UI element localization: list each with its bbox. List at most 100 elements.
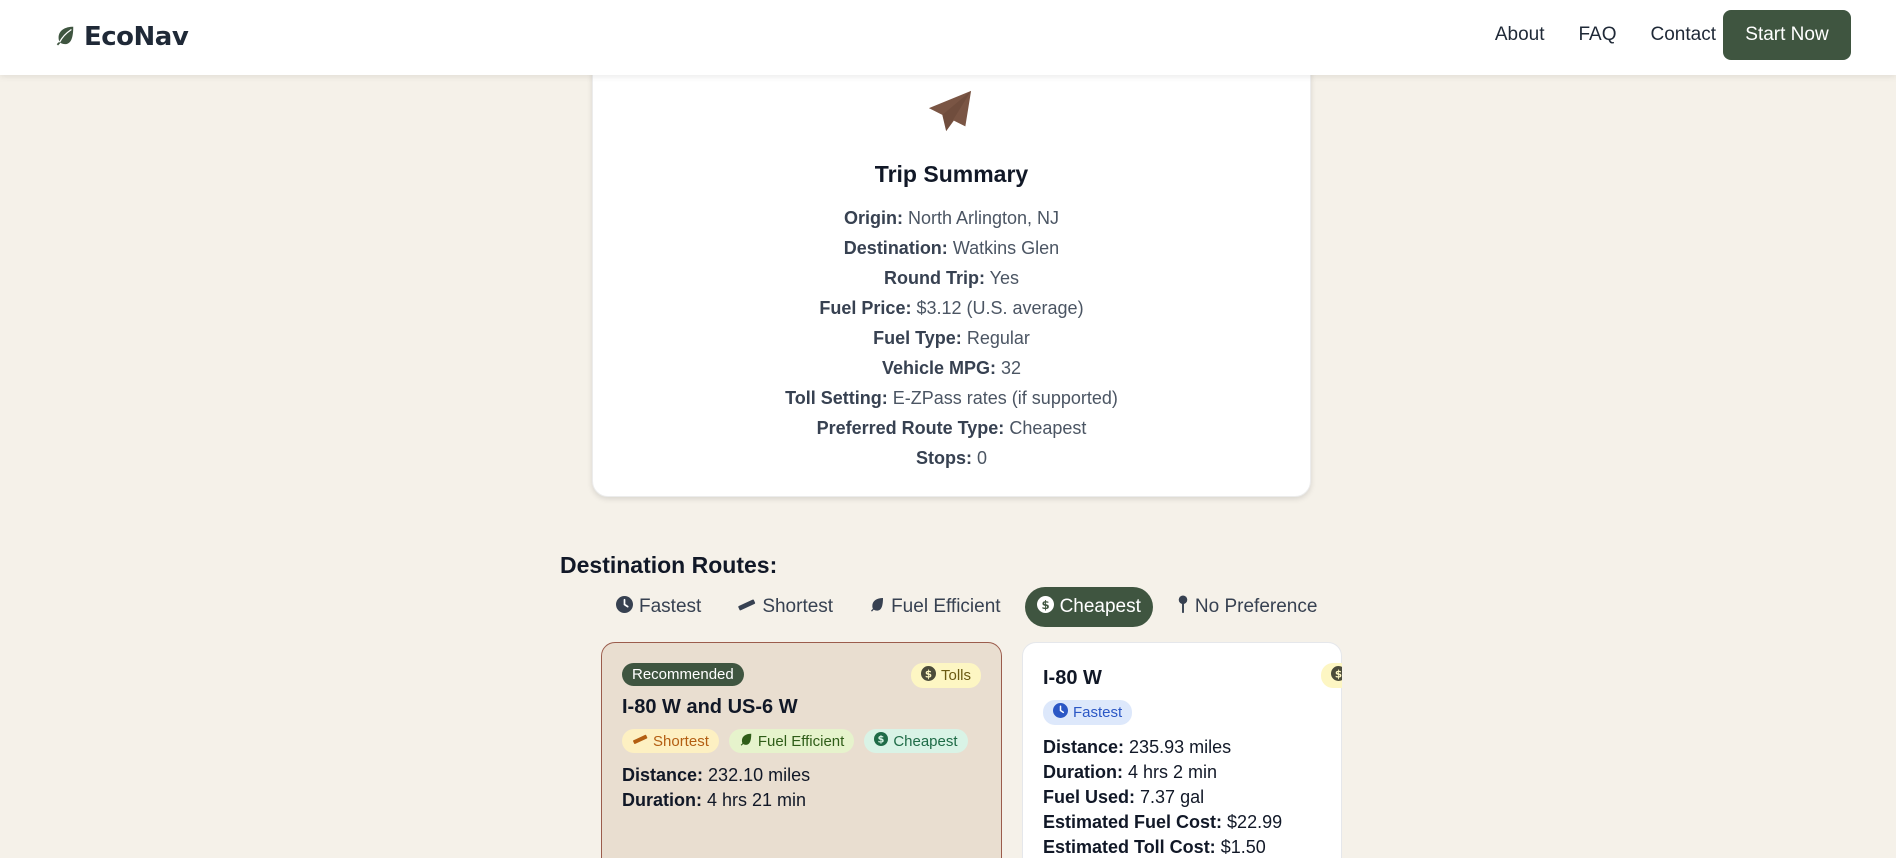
- ruler-icon: [737, 596, 756, 619]
- tab-label: Fuel Efficient: [891, 596, 1001, 617]
- route-stats: Distance: 235.93 miles Duration: 4 hrs 2…: [1043, 735, 1321, 858]
- stat-duration: Duration: 4 hrs 21 min: [622, 788, 981, 813]
- clock-icon: [616, 595, 633, 619]
- summary-row-fuel-price: Fuel Price: $3.12 (U.S. average): [593, 293, 1310, 323]
- recommended-badge: Recommended: [622, 663, 744, 686]
- summary-value: Watkins Glen: [952, 238, 1060, 258]
- route-chips: Shortest Fuel Efficient $ Cheapest: [622, 729, 981, 753]
- stat-distance: Distance: 232.10 miles: [622, 763, 981, 788]
- stat-label: Distance:: [1043, 737, 1125, 757]
- dollar-icon: $: [1330, 666, 1342, 685]
- nav-links: About FAQ Contact: [1495, 24, 1716, 46]
- summary-label: Fuel Type:: [873, 328, 962, 348]
- ruler-icon: [632, 732, 648, 750]
- chip-label: Shortest: [653, 732, 709, 750]
- tab-label: Shortest: [762, 596, 834, 617]
- tab-cheapest[interactable]: $ Cheapest: [1024, 587, 1153, 627]
- summary-label: Origin:: [843, 208, 903, 228]
- brand-logo[interactable]: EcoNav: [54, 22, 189, 52]
- summary-label: Toll Setting:: [785, 388, 888, 408]
- summary-value: North Arlington, NJ: [907, 208, 1060, 228]
- route-card-alternative[interactable]: $ Tolls I-80 W Fastest Distance: 235.93 …: [1022, 642, 1342, 858]
- stat-fuel-used: Fuel Used: 7.37 gal: [1043, 785, 1321, 810]
- summary-value: $3.12 (U.S. average): [916, 298, 1084, 318]
- summary-value: Cheapest: [1009, 418, 1087, 438]
- svg-text:$: $: [925, 668, 932, 680]
- stat-label: Distance:: [622, 765, 704, 785]
- pin-icon: [1177, 594, 1189, 620]
- summary-label: Stops:: [915, 448, 972, 468]
- chip-label: Fuel Efficient: [757, 732, 845, 750]
- summary-row-round-trip: Round Trip: Yes: [593, 263, 1310, 293]
- route-card-recommended[interactable]: Recommended $ Tolls I-80 W and US-6 W Sh…: [601, 642, 1002, 858]
- dollar-icon: $: [874, 732, 889, 750]
- tolls-label: Tolls: [940, 667, 971, 684]
- stat-value: 4 hrs 2 min: [1128, 762, 1218, 782]
- route-chips: Fastest: [1043, 700, 1321, 725]
- paper-plane-icon: [927, 89, 973, 140]
- tab-label: Cheapest: [1059, 596, 1141, 617]
- stat-label: Duration:: [622, 790, 702, 810]
- tolls-badge: $ Tolls: [910, 663, 981, 688]
- stat-value: 235.93 miles: [1129, 737, 1232, 757]
- summary-value: Regular: [966, 328, 1030, 348]
- tab-no-preference[interactable]: No Preference: [1165, 587, 1330, 627]
- summary-row-destination: Destination: Watkins Glen: [593, 233, 1310, 263]
- summary-value: E-ZPass rates (if supported): [892, 388, 1118, 408]
- summary-row-fuel-type: Fuel Type: Regular: [593, 323, 1310, 353]
- route-title: I-80 W: [1043, 667, 1102, 689]
- summary-row-vehicle-mpg: Vehicle MPG: 32: [593, 353, 1310, 383]
- chip-shortest: Shortest: [622, 729, 719, 753]
- chip-label: Fastest: [1073, 704, 1123, 721]
- tab-fastest[interactable]: Fastest: [604, 587, 713, 627]
- summary-label: Vehicle MPG:: [881, 358, 996, 378]
- stat-value: 4 hrs 21 min: [707, 790, 807, 810]
- brand-name: EcoNav: [84, 22, 189, 52]
- leaf-icon: [869, 596, 885, 618]
- summary-value: Yes: [989, 268, 1020, 288]
- stat-label: Estimated Toll Cost:: [1043, 837, 1216, 857]
- tab-label: No Preference: [1194, 596, 1318, 617]
- stat-toll-cost: Estimated Toll Cost: $1.50: [1043, 835, 1321, 858]
- top-navbar: EcoNav About FAQ Contact Start Now: [0, 0, 1896, 75]
- summary-row-stops: Stops: 0: [593, 443, 1310, 473]
- stat-value: $22.99: [1227, 812, 1283, 832]
- summary-value: 32: [1001, 358, 1022, 378]
- svg-text:$: $: [878, 735, 885, 746]
- tolls-badge: $ Tolls: [1320, 663, 1342, 688]
- summary-label: Round Trip:: [883, 268, 985, 288]
- route-stats: Distance: 232.10 miles Duration: 4 hrs 2…: [622, 763, 981, 813]
- leaf-icon: [739, 732, 753, 750]
- start-now-button[interactable]: Start Now: [1723, 10, 1851, 60]
- leaf-logo-icon: [54, 24, 76, 51]
- summary-value: 0: [977, 448, 988, 468]
- tab-fuel-efficient[interactable]: Fuel Efficient: [857, 587, 1012, 627]
- summary-label: Destination:: [843, 238, 948, 258]
- stat-value: 232.10 miles: [708, 765, 811, 785]
- chip-cheapest: $ Cheapest: [864, 729, 968, 753]
- stat-label: Fuel Used:: [1043, 787, 1136, 807]
- nav-link-contact[interactable]: Contact: [1651, 24, 1716, 46]
- trip-summary-details: Origin: North Arlington, NJ Destination:…: [593, 203, 1310, 473]
- clock-icon: [1053, 703, 1068, 722]
- summary-label: Fuel Price:: [819, 298, 912, 318]
- trip-summary-card: Trip Summary Origin: North Arlington, NJ…: [592, 40, 1311, 497]
- stat-value: $1.50: [1220, 837, 1266, 857]
- nav-link-about[interactable]: About: [1495, 24, 1545, 46]
- nav-link-faq[interactable]: FAQ: [1579, 24, 1617, 46]
- dollar-icon: $: [1036, 595, 1054, 619]
- svg-text:$: $: [1041, 597, 1049, 611]
- dollar-icon: $: [920, 666, 936, 685]
- tab-shortest[interactable]: Shortest: [725, 587, 845, 627]
- chip-fuel-efficient: Fuel Efficient: [728, 729, 855, 753]
- stat-label: Estimated Fuel Cost:: [1043, 812, 1223, 832]
- stat-label: Duration:: [1043, 762, 1123, 782]
- chip-fastest: Fastest: [1043, 700, 1133, 725]
- trip-summary-title: Trip Summary: [874, 161, 1029, 187]
- summary-row-route-type: Preferred Route Type: Cheapest: [593, 413, 1310, 443]
- stat-fuel-cost: Estimated Fuel Cost: $22.99: [1043, 810, 1321, 835]
- summary-row-toll-setting: Toll Setting: E-ZPass rates (if supporte…: [593, 383, 1310, 413]
- svg-text:$: $: [1335, 668, 1342, 680]
- route-type-tabs: Fastest Shortest Fuel Efficient $ Cheape…: [604, 587, 1329, 627]
- stat-duration: Duration: 4 hrs 2 min: [1043, 760, 1321, 785]
